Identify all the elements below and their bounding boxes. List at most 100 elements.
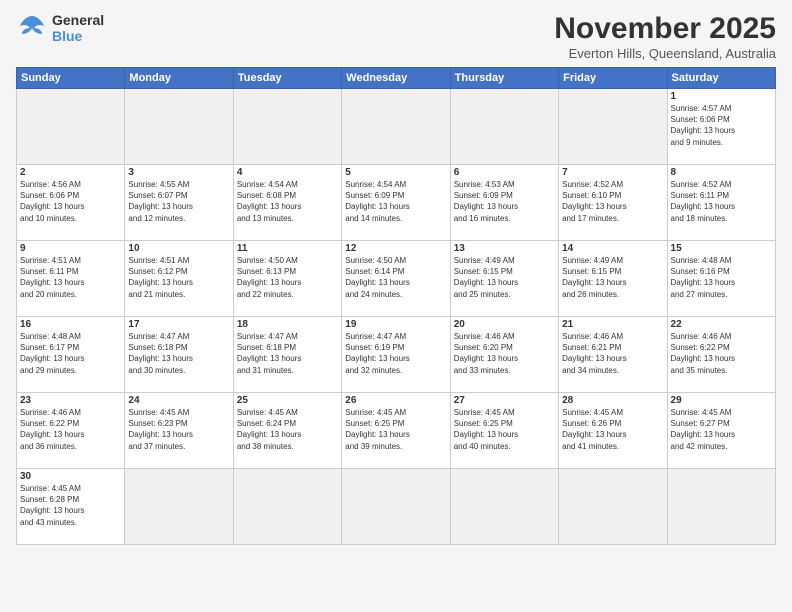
day-number: 14 (562, 243, 663, 254)
calendar-cell: 15Sunrise: 4:48 AM Sunset: 6:16 PM Dayli… (667, 241, 775, 317)
calendar-cell: 12Sunrise: 4:50 AM Sunset: 6:14 PM Dayli… (342, 241, 450, 317)
calendar-cell: 13Sunrise: 4:49 AM Sunset: 6:15 PM Dayli… (450, 241, 558, 317)
calendar-cell (450, 469, 558, 545)
calendar-cell (342, 469, 450, 545)
day-info: Sunrise: 4:45 AM Sunset: 6:25 PM Dayligh… (454, 407, 555, 452)
day-number: 8 (671, 167, 772, 178)
weekday-header-row: SundayMondayTuesdayWednesdayThursdayFrid… (17, 68, 776, 89)
day-info: Sunrise: 4:54 AM Sunset: 6:09 PM Dayligh… (345, 179, 446, 224)
calendar-cell (125, 89, 233, 165)
calendar-cell: 28Sunrise: 4:45 AM Sunset: 6:26 PM Dayli… (559, 393, 667, 469)
day-number: 10 (128, 243, 229, 254)
day-info: Sunrise: 4:47 AM Sunset: 6:19 PM Dayligh… (345, 331, 446, 376)
title-block: November 2025 Everton Hills, Queensland,… (554, 12, 776, 61)
day-info: Sunrise: 4:51 AM Sunset: 6:12 PM Dayligh… (128, 255, 229, 300)
day-info: Sunrise: 4:49 AM Sunset: 6:15 PM Dayligh… (454, 255, 555, 300)
calendar-cell: 8Sunrise: 4:52 AM Sunset: 6:11 PM Daylig… (667, 165, 775, 241)
day-info: Sunrise: 4:54 AM Sunset: 6:08 PM Dayligh… (237, 179, 338, 224)
calendar-cell: 16Sunrise: 4:48 AM Sunset: 6:17 PM Dayli… (17, 317, 125, 393)
day-number: 28 (562, 395, 663, 406)
calendar-cell (233, 469, 341, 545)
calendar-cell: 27Sunrise: 4:45 AM Sunset: 6:25 PM Dayli… (450, 393, 558, 469)
calendar-cell: 24Sunrise: 4:45 AM Sunset: 6:23 PM Dayli… (125, 393, 233, 469)
logo: General Blue (16, 12, 104, 44)
calendar-cell (17, 89, 125, 165)
page: General Blue November 2025 Everton Hills… (0, 0, 792, 612)
calendar-cell (450, 89, 558, 165)
day-info: Sunrise: 4:48 AM Sunset: 6:16 PM Dayligh… (671, 255, 772, 300)
day-info: Sunrise: 4:45 AM Sunset: 6:23 PM Dayligh… (128, 407, 229, 452)
calendar-cell: 20Sunrise: 4:46 AM Sunset: 6:20 PM Dayli… (450, 317, 558, 393)
calendar-cell (559, 89, 667, 165)
calendar-cell: 25Sunrise: 4:45 AM Sunset: 6:24 PM Dayli… (233, 393, 341, 469)
weekday-monday: Monday (125, 68, 233, 89)
calendar-cell: 3Sunrise: 4:55 AM Sunset: 6:07 PM Daylig… (125, 165, 233, 241)
day-number: 18 (237, 319, 338, 330)
calendar-cell: 22Sunrise: 4:46 AM Sunset: 6:22 PM Dayli… (667, 317, 775, 393)
calendar-cell: 23Sunrise: 4:46 AM Sunset: 6:22 PM Dayli… (17, 393, 125, 469)
calendar-cell: 2Sunrise: 4:56 AM Sunset: 6:06 PM Daylig… (17, 165, 125, 241)
calendar-cell (667, 469, 775, 545)
day-number: 1 (671, 91, 772, 102)
day-number: 3 (128, 167, 229, 178)
calendar-cell: 1Sunrise: 4:57 AM Sunset: 6:06 PM Daylig… (667, 89, 775, 165)
day-info: Sunrise: 4:47 AM Sunset: 6:18 PM Dayligh… (128, 331, 229, 376)
month-title: November 2025 (554, 12, 776, 46)
header: General Blue November 2025 Everton Hills… (16, 12, 776, 61)
logo-bird-icon (16, 12, 48, 44)
day-info: Sunrise: 4:46 AM Sunset: 6:20 PM Dayligh… (454, 331, 555, 376)
day-number: 5 (345, 167, 446, 178)
day-number: 4 (237, 167, 338, 178)
day-info: Sunrise: 4:45 AM Sunset: 6:28 PM Dayligh… (20, 483, 121, 528)
day-number: 19 (345, 319, 446, 330)
weekday-thursday: Thursday (450, 68, 558, 89)
day-info: Sunrise: 4:47 AM Sunset: 6:18 PM Dayligh… (237, 331, 338, 376)
day-info: Sunrise: 4:53 AM Sunset: 6:09 PM Dayligh… (454, 179, 555, 224)
calendar-cell: 19Sunrise: 4:47 AM Sunset: 6:19 PM Dayli… (342, 317, 450, 393)
calendar-cell (125, 469, 233, 545)
weekday-friday: Friday (559, 68, 667, 89)
day-number: 17 (128, 319, 229, 330)
day-info: Sunrise: 4:46 AM Sunset: 6:22 PM Dayligh… (20, 407, 121, 452)
calendar-cell: 21Sunrise: 4:46 AM Sunset: 6:21 PM Dayli… (559, 317, 667, 393)
day-info: Sunrise: 4:52 AM Sunset: 6:10 PM Dayligh… (562, 179, 663, 224)
day-number: 9 (20, 243, 121, 254)
day-info: Sunrise: 4:46 AM Sunset: 6:21 PM Dayligh… (562, 331, 663, 376)
day-info: Sunrise: 4:55 AM Sunset: 6:07 PM Dayligh… (128, 179, 229, 224)
day-number: 30 (20, 471, 121, 482)
day-number: 6 (454, 167, 555, 178)
day-info: Sunrise: 4:50 AM Sunset: 6:13 PM Dayligh… (237, 255, 338, 300)
day-number: 2 (20, 167, 121, 178)
weekday-wednesday: Wednesday (342, 68, 450, 89)
calendar-cell: 4Sunrise: 4:54 AM Sunset: 6:08 PM Daylig… (233, 165, 341, 241)
day-number: 23 (20, 395, 121, 406)
day-number: 15 (671, 243, 772, 254)
calendar-cell: 6Sunrise: 4:53 AM Sunset: 6:09 PM Daylig… (450, 165, 558, 241)
day-number: 13 (454, 243, 555, 254)
day-info: Sunrise: 4:45 AM Sunset: 6:26 PM Dayligh… (562, 407, 663, 452)
subtitle: Everton Hills, Queensland, Australia (554, 46, 776, 61)
day-number: 12 (345, 243, 446, 254)
day-info: Sunrise: 4:45 AM Sunset: 6:25 PM Dayligh… (345, 407, 446, 452)
day-number: 20 (454, 319, 555, 330)
calendar-cell: 17Sunrise: 4:47 AM Sunset: 6:18 PM Dayli… (125, 317, 233, 393)
day-info: Sunrise: 4:52 AM Sunset: 6:11 PM Dayligh… (671, 179, 772, 224)
calendar-cell: 29Sunrise: 4:45 AM Sunset: 6:27 PM Dayli… (667, 393, 775, 469)
day-number: 26 (345, 395, 446, 406)
day-number: 16 (20, 319, 121, 330)
calendar-cell: 11Sunrise: 4:50 AM Sunset: 6:13 PM Dayli… (233, 241, 341, 317)
day-info: Sunrise: 4:51 AM Sunset: 6:11 PM Dayligh… (20, 255, 121, 300)
day-number: 22 (671, 319, 772, 330)
weekday-sunday: Sunday (17, 68, 125, 89)
logo-blue-text: Blue (52, 28, 104, 44)
calendar-cell: 26Sunrise: 4:45 AM Sunset: 6:25 PM Dayli… (342, 393, 450, 469)
day-info: Sunrise: 4:48 AM Sunset: 6:17 PM Dayligh… (20, 331, 121, 376)
day-info: Sunrise: 4:46 AM Sunset: 6:22 PM Dayligh… (671, 331, 772, 376)
calendar-cell: 5Sunrise: 4:54 AM Sunset: 6:09 PM Daylig… (342, 165, 450, 241)
day-number: 21 (562, 319, 663, 330)
calendar-cell: 10Sunrise: 4:51 AM Sunset: 6:12 PM Dayli… (125, 241, 233, 317)
calendar-cell: 14Sunrise: 4:49 AM Sunset: 6:15 PM Dayli… (559, 241, 667, 317)
day-number: 29 (671, 395, 772, 406)
calendar-cell (342, 89, 450, 165)
day-number: 7 (562, 167, 663, 178)
